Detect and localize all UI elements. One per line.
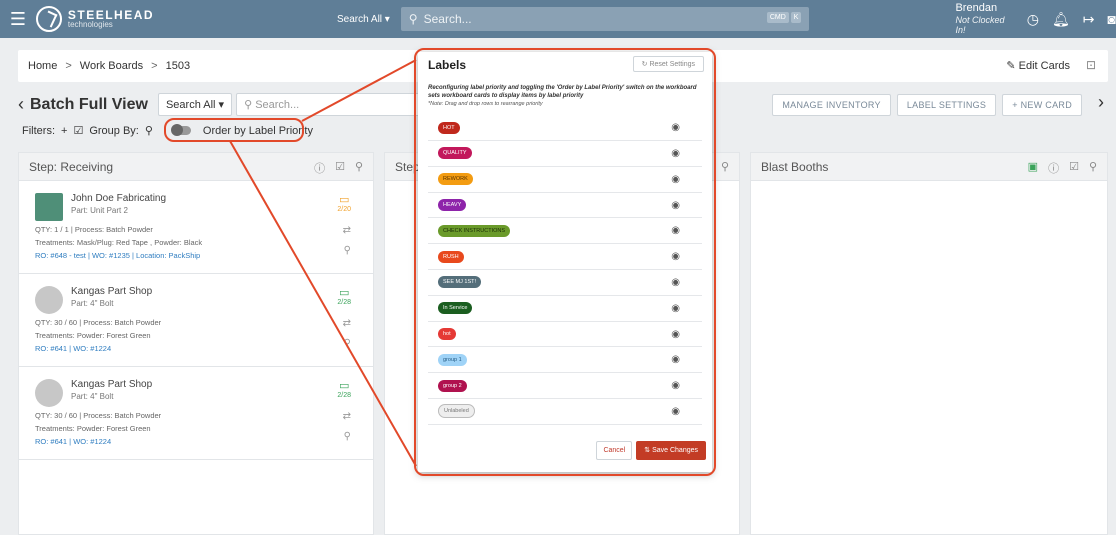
annotation-modal-highlight: [414, 48, 716, 476]
annotation-toggle-highlight: [164, 118, 304, 142]
